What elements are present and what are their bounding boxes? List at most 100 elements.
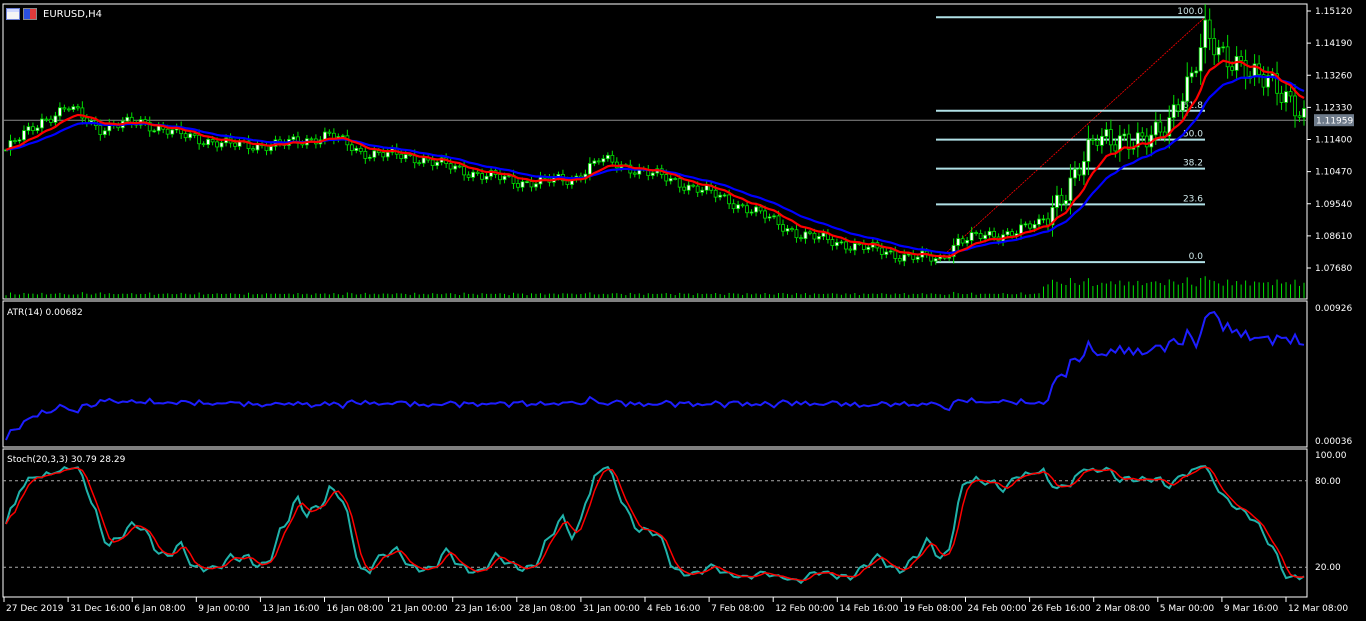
candle-body bbox=[987, 230, 992, 236]
candle-body bbox=[978, 233, 983, 239]
candle-body bbox=[1153, 121, 1158, 136]
candle-body bbox=[75, 106, 80, 109]
time-label: 27 Dec 2019 bbox=[6, 604, 64, 614]
candle-body bbox=[1032, 224, 1037, 229]
candle-body bbox=[233, 142, 237, 147]
atr-label: ATR(14) 0.00682 bbox=[7, 308, 83, 318]
time-label: 16 Jan 08:00 bbox=[327, 604, 384, 614]
stoch-main-line bbox=[5, 465, 1305, 585]
candle-body bbox=[1037, 218, 1041, 225]
candle-body bbox=[210, 139, 215, 143]
candle-body bbox=[44, 118, 49, 121]
time-label: 12 Feb 00:00 bbox=[775, 604, 834, 614]
candle-body bbox=[516, 183, 520, 188]
candle-body bbox=[884, 251, 889, 255]
candle-body bbox=[1059, 194, 1064, 205]
candle-body bbox=[502, 175, 507, 181]
chart-canvas[interactable]: 100.061.850.038.223.60.01.151201.141901.… bbox=[0, 0, 1366, 621]
candle-body bbox=[843, 241, 848, 250]
candle-body bbox=[601, 158, 606, 163]
candle-body bbox=[1041, 218, 1046, 221]
stoch-label: Stoch(20,3,3) 30.79 28.29 bbox=[7, 455, 126, 465]
candle-body bbox=[677, 178, 682, 188]
candle-body bbox=[839, 241, 844, 244]
candle-body bbox=[897, 258, 902, 262]
price-tick-label: 1.13260 bbox=[1315, 71, 1352, 81]
candle-body bbox=[664, 174, 669, 182]
candle-body bbox=[790, 228, 794, 231]
candle-body bbox=[1099, 135, 1104, 146]
candle-body bbox=[1158, 121, 1163, 133]
candle-body bbox=[462, 166, 467, 176]
candle-body bbox=[592, 160, 597, 164]
candle-body bbox=[534, 183, 538, 188]
candle-body bbox=[1010, 231, 1014, 237]
candle-body bbox=[799, 237, 803, 240]
price-tick-label: 1.15120 bbox=[1315, 7, 1352, 17]
candle-body bbox=[1019, 224, 1023, 235]
candle-body bbox=[1284, 91, 1288, 103]
price-tick-label: 1.07680 bbox=[1315, 264, 1352, 274]
candle-body bbox=[587, 163, 592, 175]
time-label: 9 Mar 16:00 bbox=[1224, 604, 1279, 614]
candle-body bbox=[309, 138, 314, 141]
volume-bars bbox=[5, 276, 1305, 298]
candle-body bbox=[767, 216, 772, 219]
candle-body bbox=[713, 189, 718, 198]
stoch-signal-line bbox=[5, 466, 1305, 582]
candle-body bbox=[1064, 200, 1068, 205]
candle-body bbox=[1189, 72, 1194, 78]
candle-body bbox=[1207, 19, 1212, 39]
candle-body bbox=[358, 147, 363, 152]
candle-body bbox=[1288, 91, 1293, 97]
price-tick-label: 1.12330 bbox=[1315, 103, 1352, 113]
candle-body bbox=[745, 205, 749, 214]
candle-body bbox=[668, 178, 673, 182]
candle-body bbox=[188, 133, 193, 139]
price-tick-label: 1.11400 bbox=[1315, 136, 1352, 146]
candle-body bbox=[933, 258, 938, 262]
candle-body bbox=[1077, 168, 1082, 176]
candle-body bbox=[727, 194, 732, 205]
candle-body bbox=[219, 142, 224, 148]
candle-body bbox=[866, 246, 871, 250]
candle-body bbox=[183, 133, 188, 139]
candle-body bbox=[965, 240, 970, 244]
candle-body bbox=[1108, 129, 1113, 146]
candle-body bbox=[1086, 138, 1091, 162]
time-label: 23 Jan 16:00 bbox=[455, 604, 512, 614]
price-tick-label: 1.10470 bbox=[1315, 168, 1352, 178]
candle-body bbox=[700, 189, 705, 193]
candle-body bbox=[102, 130, 107, 136]
main-panel bbox=[2, 3, 1308, 300]
stoch-level-label: 80.00 bbox=[1315, 477, 1341, 487]
time-label: 7 Feb 08:00 bbox=[711, 604, 765, 614]
time-label: 5 Mar 00:00 bbox=[1160, 604, 1215, 614]
candle-body bbox=[1230, 66, 1235, 71]
candle-body bbox=[821, 232, 826, 237]
candle-body bbox=[974, 232, 979, 234]
candle-body bbox=[381, 152, 386, 158]
time-label: 31 Jan 00:00 bbox=[583, 604, 640, 614]
candle-body bbox=[1095, 139, 1100, 146]
candle-body bbox=[794, 229, 799, 239]
candle-body bbox=[520, 181, 525, 188]
candle-body bbox=[596, 160, 601, 163]
candle-body bbox=[430, 159, 435, 166]
candle-body bbox=[834, 242, 839, 247]
candle-body bbox=[605, 154, 610, 160]
fibo-level-label: 0.0 bbox=[1189, 252, 1204, 262]
candle-body bbox=[956, 238, 961, 246]
candle-body bbox=[403, 154, 408, 159]
candle-body bbox=[484, 175, 489, 180]
candle-body bbox=[251, 148, 255, 151]
candle-body bbox=[1113, 144, 1118, 152]
candle-body bbox=[1171, 104, 1176, 119]
candle-body bbox=[1023, 223, 1028, 226]
candle-body bbox=[372, 150, 377, 158]
time-label: 4 Feb 16:00 bbox=[647, 604, 701, 614]
candle-body bbox=[772, 215, 776, 218]
candle-body bbox=[682, 186, 687, 191]
candle-body bbox=[803, 231, 808, 240]
candle-body bbox=[53, 115, 58, 123]
